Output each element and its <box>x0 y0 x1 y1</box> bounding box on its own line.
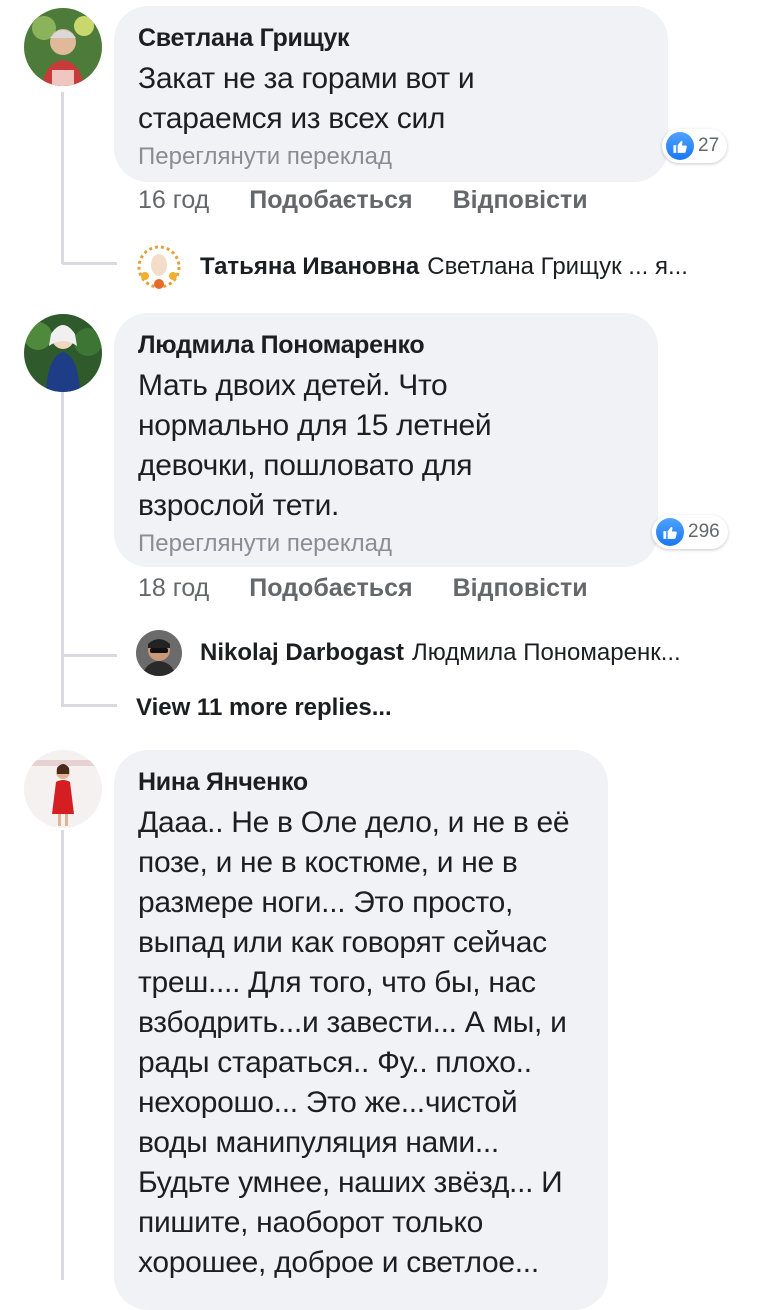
comment-bubble: Нина Янченко Дааа.. Не в Оле дело, и не … <box>114 750 608 1310</box>
reaction-count[interactable]: 296 <box>652 515 728 549</box>
like-icon <box>656 518 684 546</box>
reply-author[interactable]: Nikolaj Darbogast <box>200 639 404 667</box>
reply-author[interactable]: Татьяна Ивановна <box>200 253 419 281</box>
reaction-number: 296 <box>688 521 720 542</box>
thread-line-branch <box>61 654 117 657</box>
like-button[interactable]: Подобається <box>249 186 412 215</box>
reaction-count[interactable]: 27 <box>662 129 728 163</box>
reply-snippet: Светлана Грищук ... я... <box>427 253 688 280</box>
reaction-number: 27 <box>698 135 720 156</box>
avatar[interactable] <box>136 630 182 676</box>
see-translation-link[interactable]: Переглянути переклад <box>138 143 644 171</box>
comment-author[interactable]: Нина Янченко <box>138 768 584 797</box>
like-button[interactable]: Подобається <box>249 574 412 603</box>
comment-author[interactable]: Светлана Грищук <box>138 24 644 53</box>
comment-actions: 18 год Подобається Відповісти <box>138 574 628 603</box>
thread-line-branch <box>61 262 117 265</box>
see-translation-link[interactable]: Переглянути переклад <box>138 530 634 558</box>
thread-line <box>61 92 64 264</box>
comment-timestamp[interactable]: 18 год <box>138 574 209 603</box>
comment-text: Мать двоих детей. Что нормально для 15 л… <box>138 369 492 522</box>
avatar[interactable] <box>24 314 102 392</box>
avatar[interactable] <box>24 750 102 828</box>
thread-line <box>61 392 64 706</box>
reply-snippet: Людмила Пономаренк... <box>412 639 681 666</box>
reply-button[interactable]: Відповісти <box>453 574 588 603</box>
comment-author[interactable]: Людмила Пономаренко <box>138 331 634 360</box>
like-icon <box>666 132 694 160</box>
thread-line-branch <box>61 704 117 707</box>
reply-preview[interactable]: Татьяна Ивановна Светлана Грищук ... я..… <box>136 244 688 290</box>
view-more-replies-link[interactable]: View 11 more replies... <box>136 694 392 722</box>
comment-text: Дааа.. Не в Оле дело, и не в её позе, и … <box>138 806 570 1279</box>
avatar[interactable] <box>24 8 102 86</box>
comment-text: Закат не за горами вот и стараемся из вс… <box>138 62 475 135</box>
avatar[interactable] <box>136 244 182 290</box>
comment-timestamp[interactable]: 16 год <box>138 186 209 215</box>
comment-bubble: Людмила Пономаренко Мать двоих детей. Чт… <box>114 313 658 567</box>
comment-bubble: Светлана Грищук Закат не за горами вот и… <box>114 6 668 182</box>
thread-line <box>61 830 64 1280</box>
reply-preview[interactable]: Nikolaj Darbogast Людмила Пономаренк... <box>136 630 681 676</box>
reply-button[interactable]: Відповісти <box>453 186 588 215</box>
comment-actions: 16 год Подобається Відповісти <box>138 186 628 215</box>
